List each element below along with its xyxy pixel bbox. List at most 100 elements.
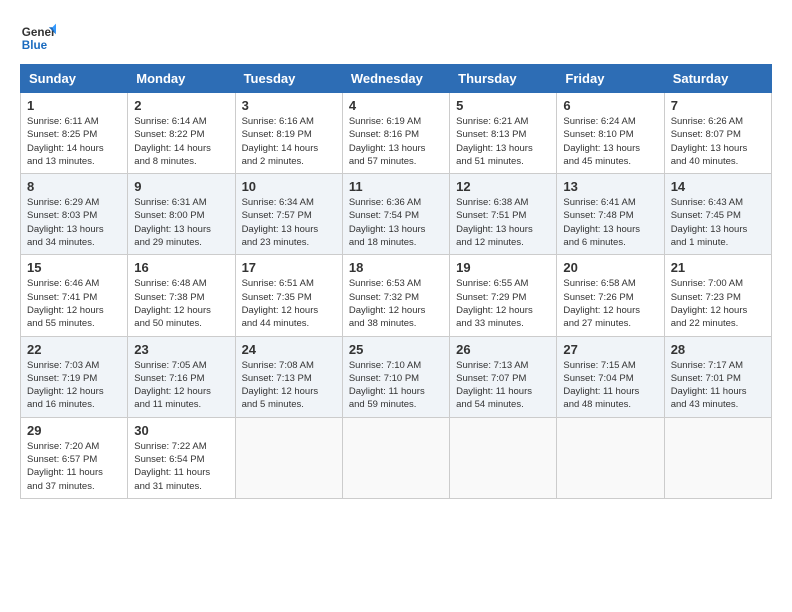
calendar-cell: 27 Sunrise: 7:15 AM Sunset: 7:04 PM Dayli…: [557, 336, 664, 417]
calendar-header-wednesday: Wednesday: [342, 65, 449, 93]
day-number: 21: [671, 260, 765, 275]
calendar-cell: [235, 417, 342, 498]
logo: General Blue: [20, 20, 56, 56]
calendar-week-row: 15 Sunrise: 6:46 AM Sunset: 7:41 PM Dayli…: [21, 255, 772, 336]
logo-icon: General Blue: [20, 20, 56, 56]
day-number: 9: [134, 179, 228, 194]
calendar-cell: 25 Sunrise: 7:10 AM Sunset: 7:10 PM Dayli…: [342, 336, 449, 417]
calendar-header-friday: Friday: [557, 65, 664, 93]
day-info: Sunrise: 6:48 AM Sunset: 7:38 PM Dayligh…: [134, 277, 228, 330]
day-info: Sunrise: 6:34 AM Sunset: 7:57 PM Dayligh…: [242, 196, 336, 249]
day-number: 4: [349, 98, 443, 113]
calendar-cell: 23 Sunrise: 7:05 AM Sunset: 7:16 PM Dayli…: [128, 336, 235, 417]
day-info: Sunrise: 7:08 AM Sunset: 7:13 PM Dayligh…: [242, 359, 336, 412]
calendar-cell: [450, 417, 557, 498]
day-number: 6: [563, 98, 657, 113]
calendar-cell: [342, 417, 449, 498]
calendar-cell: [557, 417, 664, 498]
day-info: Sunrise: 6:21 AM Sunset: 8:13 PM Dayligh…: [456, 115, 550, 168]
calendar-cell: 16 Sunrise: 6:48 AM Sunset: 7:38 PM Dayli…: [128, 255, 235, 336]
day-number: 14: [671, 179, 765, 194]
calendar-cell: 29 Sunrise: 7:20 AM Sunset: 6:57 PM Dayli…: [21, 417, 128, 498]
day-number: 24: [242, 342, 336, 357]
calendar-cell: [664, 417, 771, 498]
day-number: 15: [27, 260, 121, 275]
calendar-cell: 1 Sunrise: 6:11 AM Sunset: 8:25 PM Daylig…: [21, 93, 128, 174]
calendar-week-row: 8 Sunrise: 6:29 AM Sunset: 8:03 PM Daylig…: [21, 174, 772, 255]
calendar-cell: 17Sunrise: 6:51 AM Sunset: 7:35 PM Dayli…: [235, 255, 342, 336]
calendar-cell: 18 Sunrise: 6:53 AM Sunset: 7:32 PM Dayli…: [342, 255, 449, 336]
day-info: Sunrise: 6:26 AM Sunset: 8:07 PM Dayligh…: [671, 115, 765, 168]
calendar-week-row: 22 Sunrise: 7:03 AM Sunset: 7:19 PM Dayli…: [21, 336, 772, 417]
day-number: 22: [27, 342, 121, 357]
day-info: Sunrise: 7:15 AM Sunset: 7:04 PM Dayligh…: [563, 359, 657, 412]
day-number: 16: [134, 260, 228, 275]
calendar-header-row: SundayMondayTuesdayWednesdayThursdayFrid…: [21, 65, 772, 93]
day-number: 23: [134, 342, 228, 357]
day-info: Sunrise: 7:03 AM Sunset: 7:19 PM Dayligh…: [27, 359, 121, 412]
calendar-cell: 28 Sunrise: 7:17 AM Sunset: 7:01 PM Dayli…: [664, 336, 771, 417]
day-info: Sunrise: 6:16 AM Sunset: 8:19 PM Dayligh…: [242, 115, 336, 168]
svg-text:Blue: Blue: [22, 39, 48, 52]
day-info: Sunrise: 6:24 AM Sunset: 8:10 PM Dayligh…: [563, 115, 657, 168]
day-number: 28: [671, 342, 765, 357]
calendar-cell: 4 Sunrise: 6:19 AM Sunset: 8:16 PM Daylig…: [342, 93, 449, 174]
calendar-cell: 11 Sunrise: 6:36 AM Sunset: 7:54 PM Dayli…: [342, 174, 449, 255]
day-info: Sunrise: 6:53 AM Sunset: 7:32 PM Dayligh…: [349, 277, 443, 330]
day-number: 11: [349, 179, 443, 194]
day-info: Sunrise: 7:00 AM Sunset: 7:23 PM Dayligh…: [671, 277, 765, 330]
day-info: Sunrise: 6:19 AM Sunset: 8:16 PM Dayligh…: [349, 115, 443, 168]
day-info: Sunrise: 6:46 AM Sunset: 7:41 PM Dayligh…: [27, 277, 121, 330]
calendar-cell: 12 Sunrise: 6:38 AM Sunset: 7:51 PM Dayli…: [450, 174, 557, 255]
calendar-cell: 5 Sunrise: 6:21 AM Sunset: 8:13 PM Daylig…: [450, 93, 557, 174]
day-info: Sunrise: 7:13 AM Sunset: 7:07 PM Dayligh…: [456, 359, 550, 412]
day-number: 18: [349, 260, 443, 275]
day-number: 2: [134, 98, 228, 113]
day-number: 3: [242, 98, 336, 113]
day-info: Sunrise: 7:20 AM Sunset: 6:57 PM Dayligh…: [27, 440, 121, 493]
day-number: 12: [456, 179, 550, 194]
day-info: Sunrise: 6:11 AM Sunset: 8:25 PM Dayligh…: [27, 115, 121, 168]
calendar-cell: 6 Sunrise: 6:24 AM Sunset: 8:10 PM Daylig…: [557, 93, 664, 174]
day-info: Sunrise: 6:41 AM Sunset: 7:48 PM Dayligh…: [563, 196, 657, 249]
calendar-cell: 13 Sunrise: 6:41 AM Sunset: 7:48 PM Dayli…: [557, 174, 664, 255]
day-info: Sunrise: 6:14 AM Sunset: 8:22 PM Dayligh…: [134, 115, 228, 168]
day-number: 5: [456, 98, 550, 113]
day-info: Sunrise: 6:58 AM Sunset: 7:26 PM Dayligh…: [563, 277, 657, 330]
day-number: 13: [563, 179, 657, 194]
calendar-cell: 7 Sunrise: 6:26 AM Sunset: 8:07 PM Daylig…: [664, 93, 771, 174]
day-info: Sunrise: 6:55 AM Sunset: 7:29 PM Dayligh…: [456, 277, 550, 330]
calendar-header-tuesday: Tuesday: [235, 65, 342, 93]
day-number: 29: [27, 423, 121, 438]
day-number: 27: [563, 342, 657, 357]
day-info: Sunrise: 7:10 AM Sunset: 7:10 PM Dayligh…: [349, 359, 443, 412]
day-number: 7: [671, 98, 765, 113]
day-number: 25: [349, 342, 443, 357]
calendar-header-sunday: Sunday: [21, 65, 128, 93]
calendar-cell: 2 Sunrise: 6:14 AM Sunset: 8:22 PM Daylig…: [128, 93, 235, 174]
calendar-header-monday: Monday: [128, 65, 235, 93]
day-number: 30: [134, 423, 228, 438]
day-info: Sunrise: 6:31 AM Sunset: 8:00 PM Dayligh…: [134, 196, 228, 249]
calendar-cell: 9 Sunrise: 6:31 AM Sunset: 8:00 PM Daylig…: [128, 174, 235, 255]
day-number: 17: [242, 260, 336, 275]
day-info: Sunrise: 6:29 AM Sunset: 8:03 PM Dayligh…: [27, 196, 121, 249]
day-number: 8: [27, 179, 121, 194]
day-info: Sunrise: 6:38 AM Sunset: 7:51 PM Dayligh…: [456, 196, 550, 249]
calendar-week-row: 29 Sunrise: 7:20 AM Sunset: 6:57 PM Dayli…: [21, 417, 772, 498]
day-info: Sunrise: 6:43 AM Sunset: 7:45 PM Dayligh…: [671, 196, 765, 249]
calendar-cell: 30 Sunrise: 7:22 AM Sunset: 6:54 PM Dayli…: [128, 417, 235, 498]
calendar-cell: 3 Sunrise: 6:16 AM Sunset: 8:19 PM Daylig…: [235, 93, 342, 174]
day-number: 20: [563, 260, 657, 275]
day-number: 1: [27, 98, 121, 113]
day-number: 19: [456, 260, 550, 275]
calendar-cell: 24 Sunrise: 7:08 AM Sunset: 7:13 PM Dayli…: [235, 336, 342, 417]
day-info: Sunrise: 7:17 AM Sunset: 7:01 PM Dayligh…: [671, 359, 765, 412]
calendar-cell: 19 Sunrise: 6:55 AM Sunset: 7:29 PM Dayli…: [450, 255, 557, 336]
day-info: Sunrise: 7:05 AM Sunset: 7:16 PM Dayligh…: [134, 359, 228, 412]
day-info: Sunrise: 7:22 AM Sunset: 6:54 PM Dayligh…: [134, 440, 228, 493]
day-info: Sunrise: 6:36 AM Sunset: 7:54 PM Dayligh…: [349, 196, 443, 249]
calendar-cell: 8 Sunrise: 6:29 AM Sunset: 8:03 PM Daylig…: [21, 174, 128, 255]
calendar-cell: 26Sunrise: 7:13 AM Sunset: 7:07 PM Dayli…: [450, 336, 557, 417]
calendar-cell: 15 Sunrise: 6:46 AM Sunset: 7:41 PM Dayli…: [21, 255, 128, 336]
